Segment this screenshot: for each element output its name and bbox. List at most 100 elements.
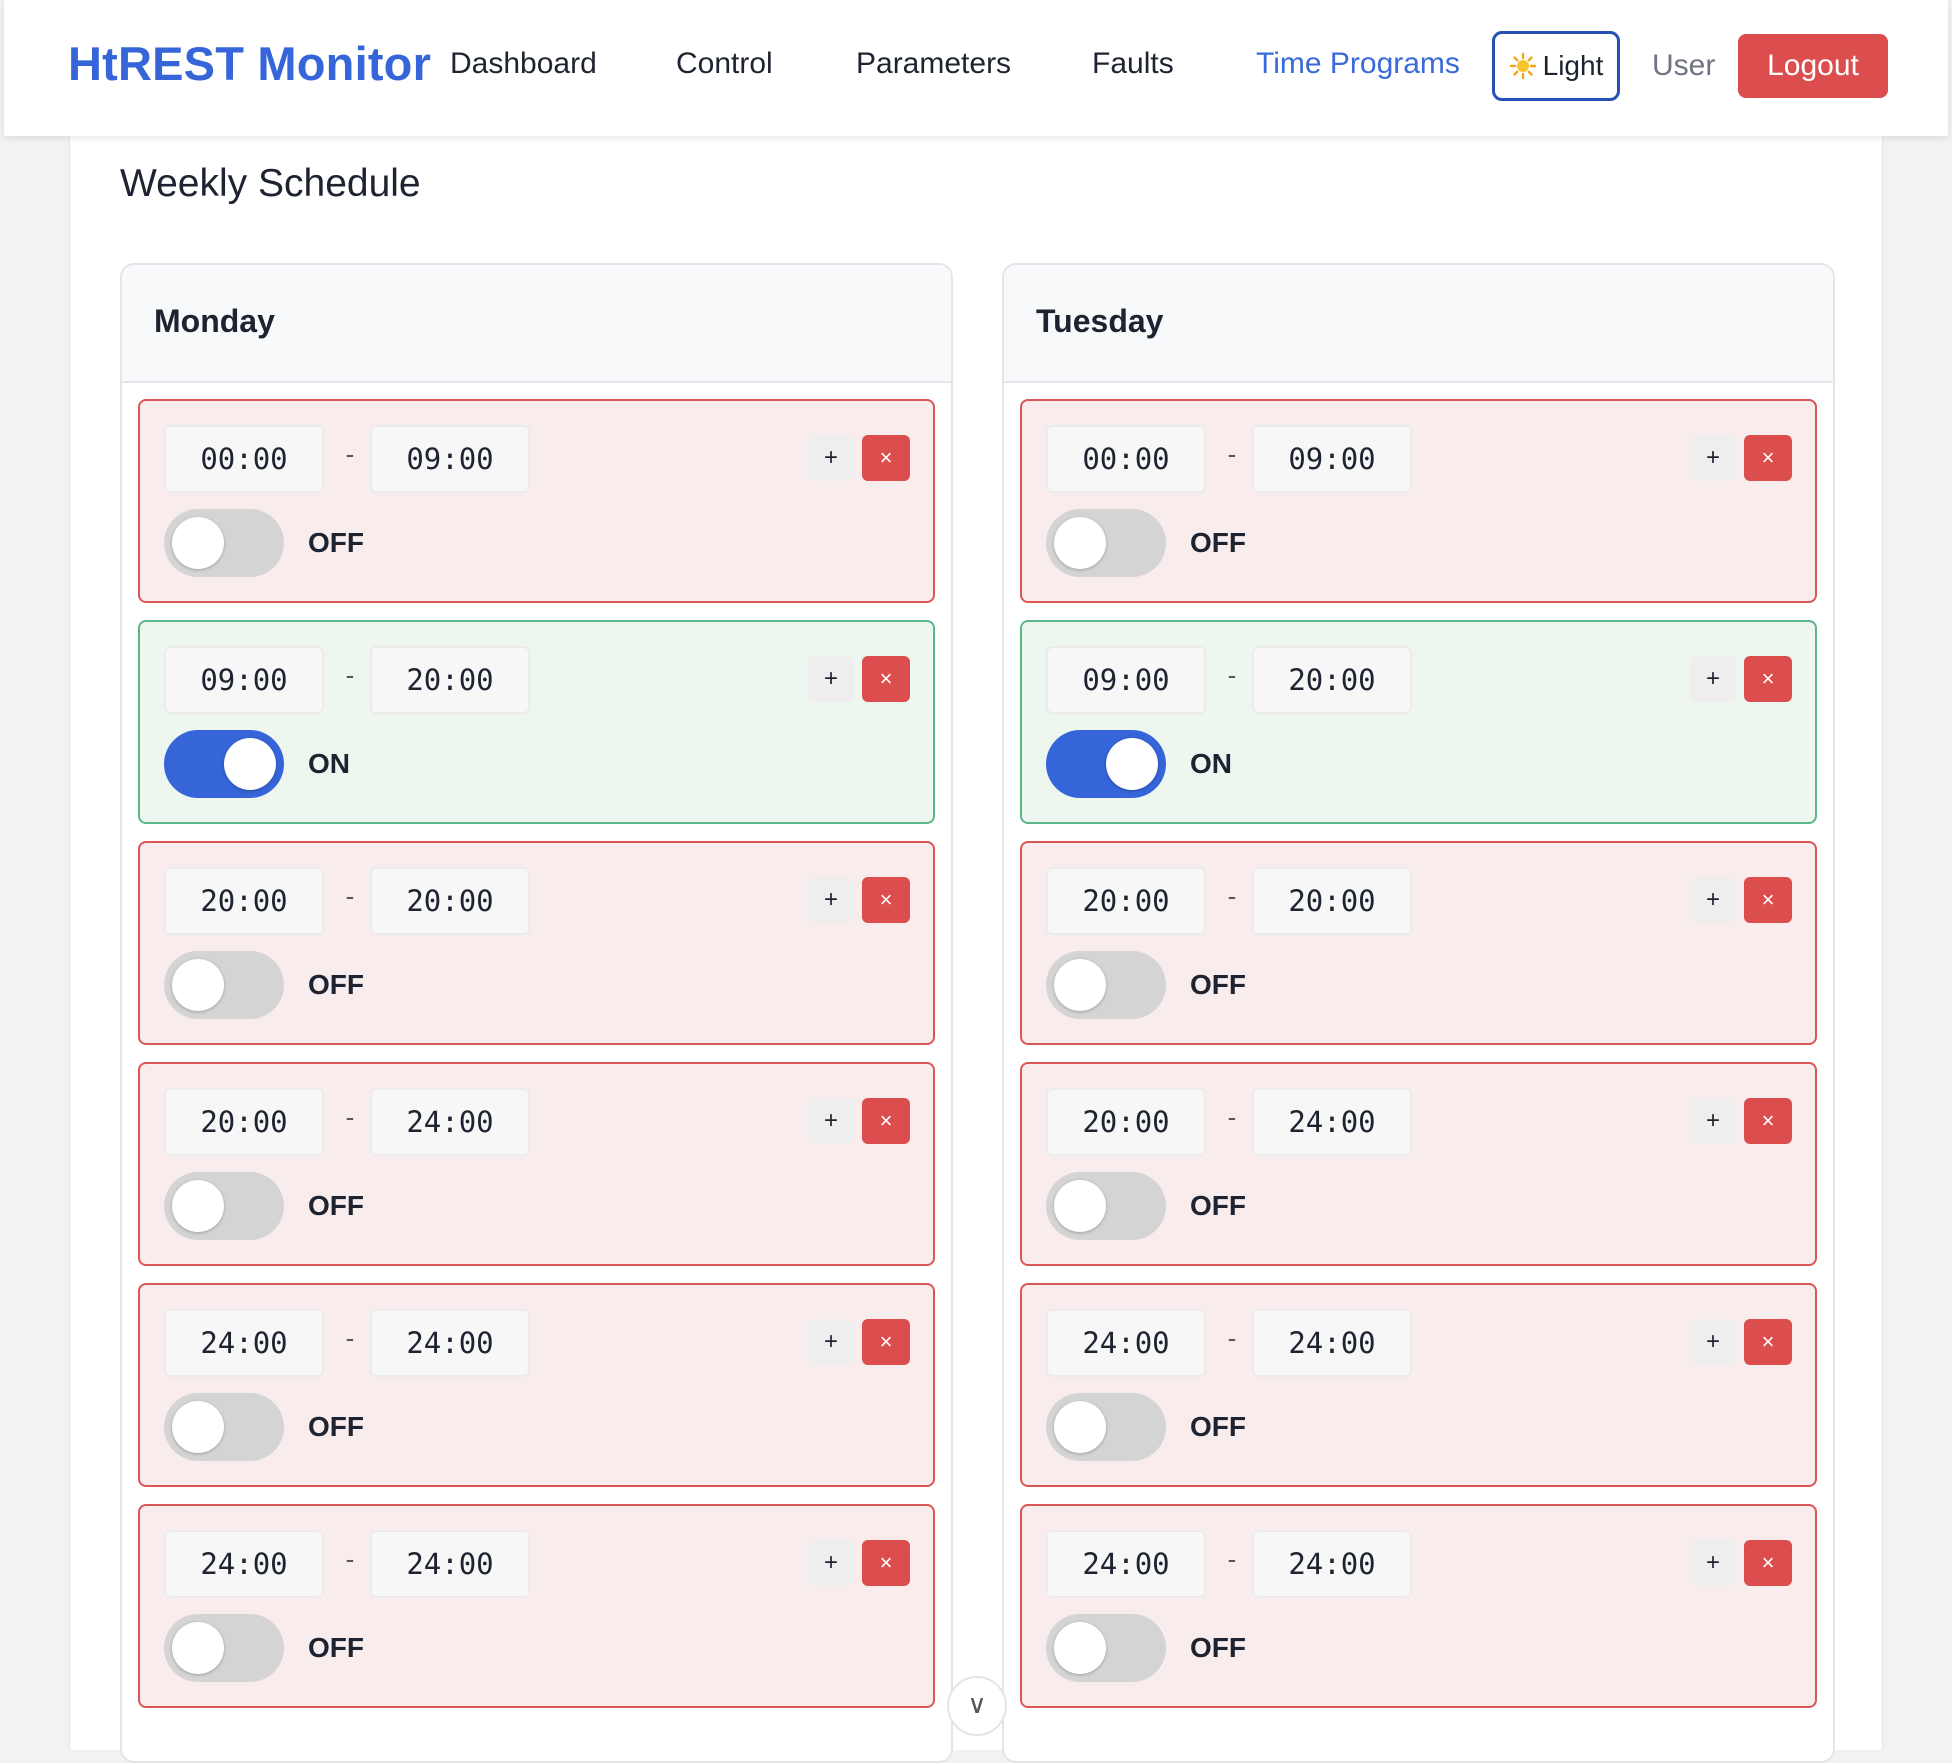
add-slot-button[interactable]: + [808, 1098, 854, 1144]
remove-slot-button[interactable]: × [1744, 1540, 1792, 1586]
nav-faults[interactable]: Faults [1092, 47, 1174, 81]
time-slot: 24:00-24:00 + × OFF [1020, 1283, 1817, 1487]
remove-slot-button[interactable]: × [862, 435, 910, 481]
remove-slot-button[interactable]: × [1744, 877, 1792, 923]
range-separator: - [1227, 660, 1237, 690]
start-time-input[interactable]: 00:00 [164, 425, 324, 493]
slot-toggle-switch[interactable] [1046, 1614, 1166, 1682]
slot-state-label: ON [308, 748, 350, 779]
range-separator: - [345, 1544, 355, 1574]
slot-toggle-switch[interactable] [1046, 509, 1166, 577]
start-time-input[interactable]: 09:00 [1046, 646, 1206, 714]
add-slot-button[interactable]: + [1690, 1540, 1736, 1586]
slot-state-label: OFF [308, 1411, 364, 1442]
nav-control[interactable]: Control [676, 47, 773, 81]
toggle-knob [1054, 1622, 1106, 1674]
brand-title[interactable]: HtREST Monitor [68, 36, 431, 91]
remove-slot-button[interactable]: × [1744, 1319, 1792, 1365]
end-time-input[interactable]: 24:00 [1252, 1530, 1412, 1598]
end-time-input[interactable]: 24:00 [370, 1088, 530, 1156]
slot-state-label: OFF [308, 527, 364, 558]
nav-dashboard[interactable]: Dashboard [450, 47, 597, 81]
slot-toggle-switch[interactable] [164, 730, 284, 798]
range-separator: - [345, 881, 355, 911]
slot-toggle-switch[interactable] [164, 1393, 284, 1461]
page-title: Weekly Schedule [120, 162, 421, 205]
start-time-input[interactable]: 20:00 [1046, 1088, 1206, 1156]
add-slot-button[interactable]: + [1690, 877, 1736, 923]
slot-toggle-switch[interactable] [1046, 730, 1166, 798]
slot-toggle-switch[interactable] [1046, 951, 1166, 1019]
remove-slot-button[interactable]: × [1744, 656, 1792, 702]
end-time-input[interactable]: 24:00 [370, 1530, 530, 1598]
slot-state-label: OFF [1190, 1190, 1246, 1221]
slot-toggle-switch[interactable] [1046, 1172, 1166, 1240]
remove-slot-button[interactable]: × [862, 1319, 910, 1365]
start-time-input[interactable]: 20:00 [164, 1088, 324, 1156]
remove-slot-button[interactable]: × [862, 877, 910, 923]
time-slot: 20:00-20:00 + × OFF [1020, 841, 1817, 1045]
add-slot-button[interactable]: + [808, 656, 854, 702]
slot-state-label: OFF [1190, 1632, 1246, 1663]
remove-slot-button[interactable]: × [1744, 1098, 1792, 1144]
start-time-input[interactable]: 09:00 [164, 646, 324, 714]
start-time-input[interactable]: 00:00 [1046, 425, 1206, 493]
add-slot-button[interactable]: + [1690, 435, 1736, 481]
toggle-knob [1054, 517, 1106, 569]
end-time-input[interactable]: 20:00 [370, 646, 530, 714]
remove-slot-button[interactable]: × [1744, 435, 1792, 481]
logout-button[interactable]: Logout [1738, 34, 1888, 98]
slot-toggle-switch[interactable] [1046, 1393, 1166, 1461]
slot-state-label: OFF [1190, 969, 1246, 1000]
start-time-input[interactable]: 24:00 [1046, 1530, 1206, 1598]
top-navbar: HtREST Monitor Dashboard Control Paramet… [4, 0, 1948, 136]
user-label: User [1652, 49, 1716, 82]
start-time-input[interactable]: 20:00 [1046, 867, 1206, 935]
time-slot: 24:00-24:00 + × OFF [1020, 1504, 1817, 1708]
remove-slot-button[interactable]: × [862, 1098, 910, 1144]
add-slot-button[interactable]: + [1690, 1319, 1736, 1365]
time-slot: 09:00-20:00 + × ON [1020, 620, 1817, 824]
add-slot-button[interactable]: + [808, 877, 854, 923]
range-separator: - [345, 660, 355, 690]
add-slot-button[interactable]: + [1690, 1098, 1736, 1144]
start-time-input[interactable]: 20:00 [164, 867, 324, 935]
end-time-input[interactable]: 24:00 [1252, 1088, 1412, 1156]
end-time-input[interactable]: 24:00 [370, 1309, 530, 1377]
time-slot: 20:00-24:00 + × OFF [138, 1062, 935, 1266]
end-time-input[interactable]: 20:00 [370, 867, 530, 935]
add-slot-button[interactable]: + [808, 435, 854, 481]
day-title: Monday [122, 265, 951, 383]
range-separator: - [1227, 881, 1237, 911]
slot-toggle-switch[interactable] [164, 509, 284, 577]
scroll-down-button[interactable]: ∨ [947, 1676, 1007, 1736]
toggle-knob [172, 517, 224, 569]
nav-time-programs[interactable]: Time Programs [1256, 47, 1460, 81]
toggle-knob [172, 1180, 224, 1232]
start-time-input[interactable]: 24:00 [164, 1309, 324, 1377]
theme-toggle-button[interactable]: Light [1492, 31, 1620, 101]
slot-toggle-switch[interactable] [164, 1172, 284, 1240]
end-time-input[interactable]: 20:00 [1252, 646, 1412, 714]
nav-parameters[interactable]: Parameters [856, 47, 1011, 81]
slot-toggle-switch[interactable] [164, 1614, 284, 1682]
start-time-input[interactable]: 24:00 [1046, 1309, 1206, 1377]
slot-state-label: OFF [308, 969, 364, 1000]
remove-slot-button[interactable]: × [862, 1540, 910, 1586]
remove-slot-button[interactable]: × [862, 656, 910, 702]
end-time-input[interactable]: 20:00 [1252, 867, 1412, 935]
theme-toggle-label: Light [1542, 50, 1604, 81]
toggle-knob [1054, 959, 1106, 1011]
toggle-knob [172, 1401, 224, 1453]
toggle-knob [172, 1622, 224, 1674]
add-slot-button[interactable]: + [1690, 656, 1736, 702]
end-time-input[interactable]: 09:00 [1252, 425, 1412, 493]
end-time-input[interactable]: 24:00 [1252, 1309, 1412, 1377]
range-separator: - [345, 1102, 355, 1132]
slot-toggle-switch[interactable] [164, 951, 284, 1019]
add-slot-button[interactable]: + [808, 1319, 854, 1365]
add-slot-button[interactable]: + [808, 1540, 854, 1586]
end-time-input[interactable]: 09:00 [370, 425, 530, 493]
day-card-tuesday: Tuesday 00:00-09:00 + × OFF 09:00-20:00 + × ON 20… [1002, 263, 1835, 1763]
start-time-input[interactable]: 24:00 [164, 1530, 324, 1598]
